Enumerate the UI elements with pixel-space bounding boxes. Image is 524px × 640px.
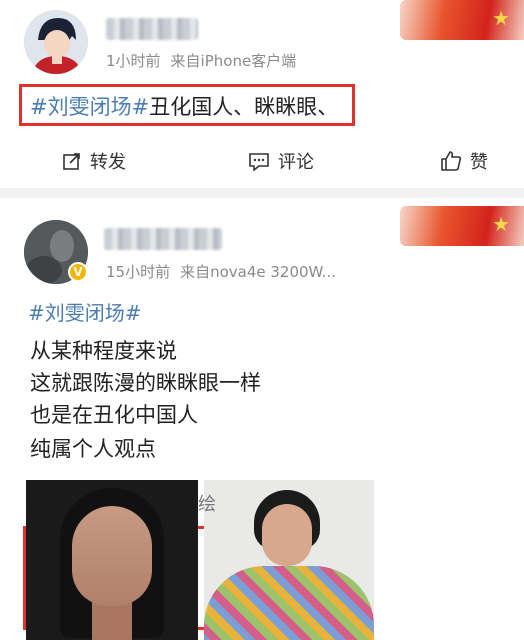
weibo-post-1: 1小时前 来自iPhone客户端 ★ #刘雯闭场#丑化国人、眯眯眼、 转发 评论 … — [0, 0, 524, 188]
post-actions: 转发 评论 赞 — [0, 148, 524, 176]
photo-face — [72, 506, 152, 606]
repost-icon — [63, 153, 80, 170]
post-time: 15小时前 — [106, 263, 171, 281]
cropped-text: 绘 — [198, 494, 216, 515]
comment-label: 评论 — [278, 152, 314, 173]
weibo-post-2: V 15小时前 来自nova4e 3200W... ★ #刘雯闭场# 从某种程度来… — [0, 198, 524, 640]
like-button[interactable]: 赞 — [440, 148, 488, 174]
post-source: 来自nova4e 3200W... — [180, 263, 336, 281]
verified-badge-icon: V — [68, 262, 88, 282]
topic-hashtag[interactable]: #刘雯闭场# — [28, 298, 142, 328]
flag-badge-decoration: ★ — [400, 0, 524, 40]
username-blurred[interactable] — [106, 18, 198, 40]
post-time: 1小时前 — [106, 52, 161, 70]
post-line: 这就跟陈漫的眯眯眼一样 — [30, 371, 261, 395]
post-meta: 15小时前 来自nova4e 3200W... — [106, 261, 346, 282]
star-icon: ★ — [492, 6, 510, 30]
post-image[interactable] — [26, 480, 198, 640]
post-image[interactable] — [204, 480, 374, 640]
repost-label: 转发 — [90, 152, 126, 173]
like-label: 赞 — [470, 152, 488, 173]
avatar-anime-illustration — [24, 10, 88, 74]
photo-face — [262, 504, 312, 566]
post-source: 来自iPhone客户端 — [170, 52, 297, 70]
post-meta: 1小时前 来自iPhone客户端 — [106, 50, 306, 71]
repost-button[interactable]: 转发 — [62, 148, 126, 174]
username-blurred[interactable] — [104, 228, 222, 250]
post-divider — [0, 188, 524, 198]
post-line: 也是在丑化中国人 — [30, 403, 198, 427]
photo-sweater — [204, 566, 374, 640]
flag-badge-decoration: ★ — [400, 206, 524, 246]
comment-icon — [249, 153, 269, 171]
user-avatar[interactable] — [24, 10, 88, 74]
post-line: 从某种程度来说 — [30, 339, 177, 363]
thumbs-up-icon — [441, 151, 462, 171]
post-line: 纯属个人观点 — [30, 437, 156, 461]
comment-button[interactable]: 评论 — [248, 148, 314, 174]
highlight-box — [19, 84, 355, 126]
star-icon: ★ — [492, 212, 510, 236]
